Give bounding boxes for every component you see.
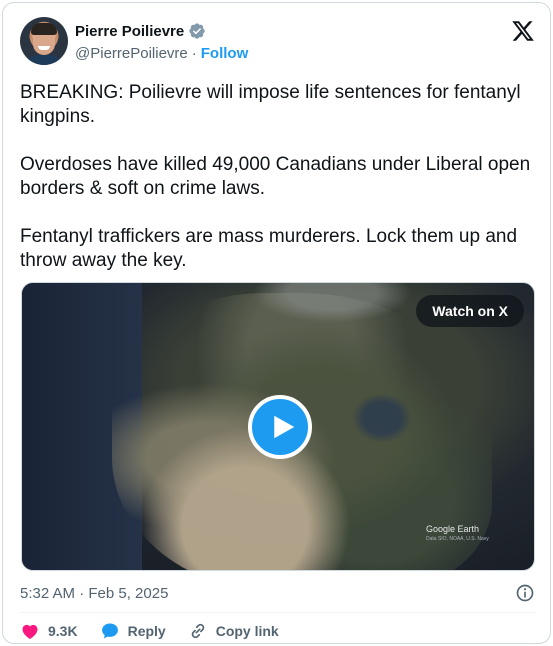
video-thumbnail[interactable]: Watch on X Google Earth Data SIO, NOAA, … bbox=[21, 282, 535, 571]
tweet-paragraph: Fentanyl traffickers are mass murderers.… bbox=[20, 226, 518, 271]
tweet-header: Pierre Poilievre @PierrePoilievre · Foll… bbox=[20, 17, 535, 67]
separator-dot: · bbox=[191, 45, 197, 62]
watch-on-x-button[interactable]: Watch on X bbox=[416, 295, 524, 327]
imagery-credit: Data SIO, NOAA, U.S. Navy bbox=[426, 536, 489, 542]
reply-label: Reply bbox=[127, 623, 166, 639]
like-button[interactable]: 9.3K bbox=[20, 621, 78, 641]
tweet-actions: 9.3K Reply Copy link bbox=[20, 619, 301, 643]
author-handle[interactable]: @PierrePoilievre bbox=[75, 45, 188, 62]
copy-link-label: Copy link bbox=[215, 623, 279, 639]
play-button[interactable] bbox=[248, 395, 312, 459]
heart-icon bbox=[22, 624, 38, 639]
tweet-meta-row: 5:32 AM · Feb 5, 2025 bbox=[20, 581, 535, 605]
reply-button[interactable]: Reply bbox=[100, 621, 166, 641]
info-icon[interactable] bbox=[515, 583, 535, 603]
google-earth-watermark: Google Earth bbox=[426, 524, 480, 534]
author-name-row: Pierre Poilievre bbox=[75, 22, 206, 40]
tweet-paragraph: BREAKING: Poilievre will impose life sen… bbox=[20, 82, 521, 127]
author-display-name[interactable]: Pierre Poilievre bbox=[75, 23, 184, 40]
avatar[interactable] bbox=[20, 17, 68, 65]
tweet-card: Pierre Poilievre @PierrePoilievre · Foll… bbox=[2, 2, 551, 644]
verified-badge-icon bbox=[188, 22, 206, 40]
tweet-paragraph: Overdoses have killed 49,000 Canadians u… bbox=[20, 154, 531, 199]
follow-button[interactable]: Follow bbox=[201, 45, 249, 62]
x-logo-icon[interactable] bbox=[511, 19, 535, 43]
reply-icon bbox=[101, 623, 118, 639]
link-icon bbox=[191, 623, 204, 639]
timestamp[interactable]: 5:32 AM · Feb 5, 2025 bbox=[20, 585, 168, 602]
copy-link-button[interactable]: Copy link bbox=[188, 621, 279, 641]
play-icon bbox=[273, 415, 294, 439]
divider bbox=[20, 612, 535, 613]
tweet-text: BREAKING: Poilievre will impose life sen… bbox=[20, 81, 535, 297]
author-handle-row: @PierrePoilievre · Follow bbox=[75, 45, 248, 62]
like-count: 9.3K bbox=[48, 623, 78, 639]
